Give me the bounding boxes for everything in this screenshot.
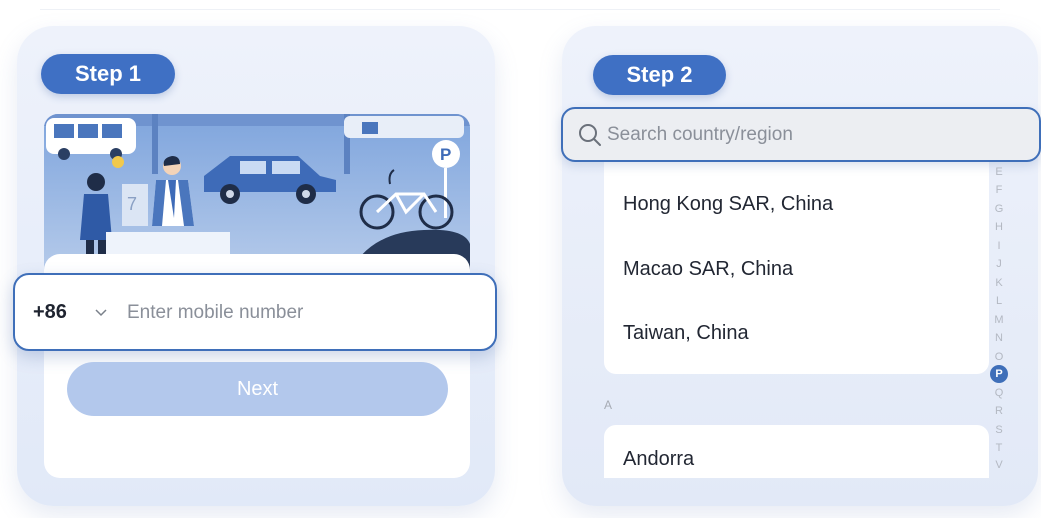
alphabet-letter[interactable]: Q <box>988 387 1010 399</box>
svg-text:7: 7 <box>127 194 137 214</box>
country-code-selector[interactable]: +86 <box>33 301 67 324</box>
alphabet-letter[interactable]: H <box>988 221 1010 233</box>
section-header: A <box>604 398 613 412</box>
search-input[interactable] <box>607 119 1007 151</box>
mobile-number-input[interactable] <box>127 295 467 331</box>
mobile-number-field: +86 <box>13 273 497 351</box>
alphabet-letter[interactable]: S <box>988 424 1010 436</box>
search-icon <box>579 124 601 146</box>
alphabet-letter[interactable]: V <box>988 459 1010 471</box>
alphabet-letter[interactable]: K <box>988 277 1010 289</box>
alphabet-letter[interactable]: L <box>988 295 1010 307</box>
list-item[interactable]: Taiwan, China <box>623 322 749 345</box>
alphabet-letter[interactable]: M <box>988 314 1010 326</box>
list-item[interactable]: Andorra <box>623 448 694 471</box>
alphabet-letter[interactable]: F <box>988 184 1010 196</box>
alphabet-letter[interactable]: E <box>988 166 1010 178</box>
alphabet-letter[interactable]: G <box>988 203 1010 215</box>
step2-badge: Step 2 <box>593 55 726 95</box>
alphabet-letter[interactable]: N <box>988 332 1010 344</box>
alphabet-letter[interactable]: O <box>988 351 1010 363</box>
step1-badge: Step 1 <box>41 54 175 94</box>
list-item[interactable]: Macao SAR, China <box>623 258 793 281</box>
chevron-down-icon[interactable] <box>93 305 109 321</box>
next-button[interactable]: Next <box>67 362 448 416</box>
alphabet-letter[interactable]: R <box>988 405 1010 417</box>
country-search-box <box>561 107 1041 162</box>
alphabet-letter-selected[interactable]: P <box>990 365 1008 383</box>
top-divider <box>40 9 1000 10</box>
alphabet-letter[interactable]: T <box>988 442 1010 454</box>
alphabet-letter[interactable]: I <box>988 240 1010 252</box>
list-item[interactable]: Hong Kong SAR, China <box>623 193 833 216</box>
svg-text:P: P <box>440 145 451 164</box>
alphabet-letter[interactable]: J <box>988 258 1010 270</box>
